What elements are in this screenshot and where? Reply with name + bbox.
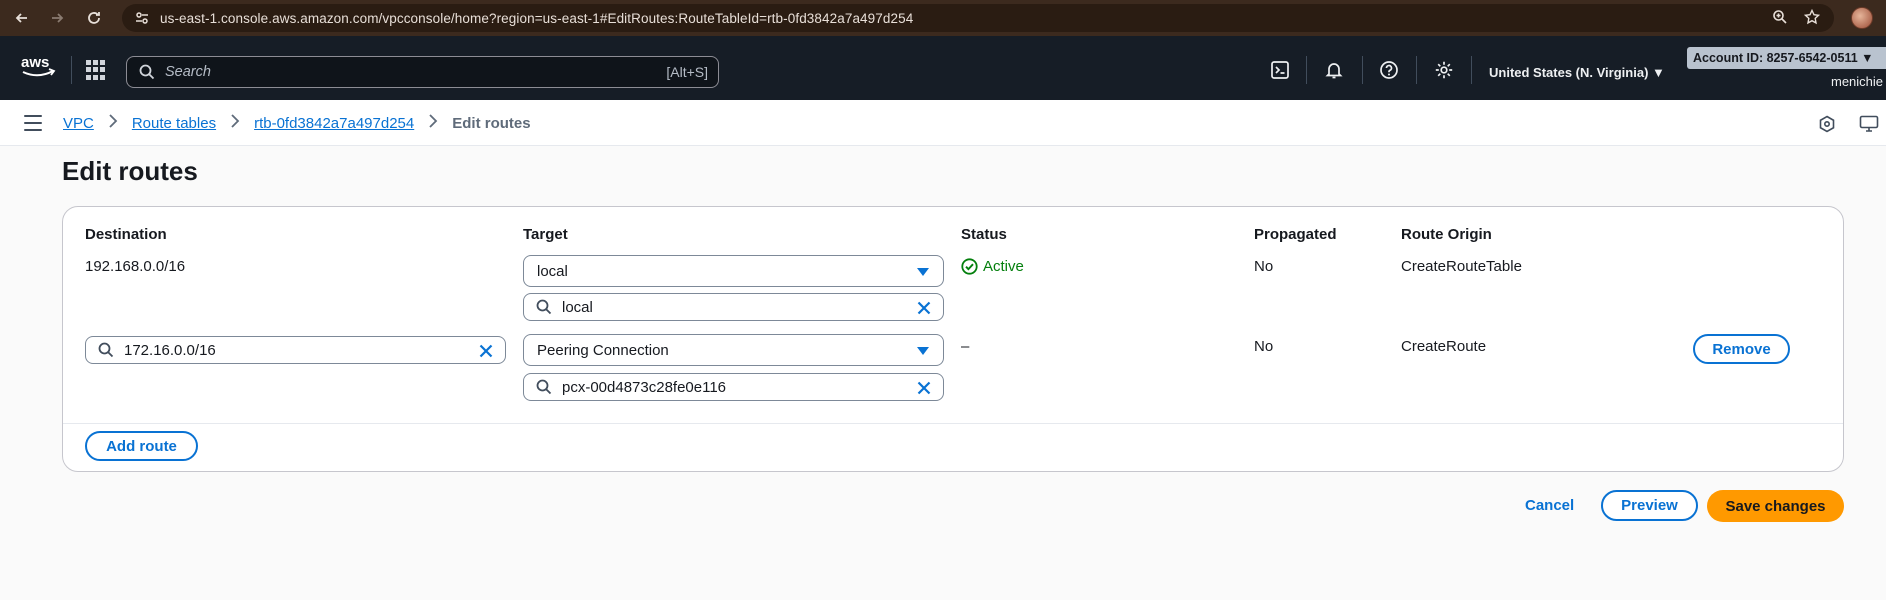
panel-divider: [63, 423, 1843, 424]
status-text: Active: [983, 258, 1024, 275]
page-title: Edit routes: [62, 156, 198, 186]
clear-icon[interactable]: [915, 299, 933, 317]
target-type-select[interactable]: Peering Connection: [523, 334, 944, 366]
browser-toolbar: us-east-1.console.aws.amazon.com/vpccons…: [0, 0, 1886, 36]
header-destination: Destination: [85, 226, 167, 243]
notifications-bell-icon[interactable]: [1320, 56, 1348, 84]
search-icon: [98, 342, 114, 358]
search-placeholder: Search: [165, 64, 211, 80]
cloudshell-icon[interactable]: [1266, 56, 1294, 84]
bookmark-star-icon[interactable]: [1801, 6, 1823, 28]
target-value-input[interactable]: local: [523, 293, 944, 321]
search-icon: [536, 299, 552, 315]
target-value-text: local: [562, 298, 593, 316]
profile-avatar[interactable]: [1851, 7, 1873, 29]
caret-down-icon: [917, 347, 929, 355]
services-grid-icon[interactable]: [86, 60, 106, 80]
account-menu[interactable]: Account ID: 8257-6542-0511 ▼: [1687, 47, 1886, 69]
route-origin: CreateRoute: [1401, 338, 1487, 355]
region-selector[interactable]: United States (N. Virginia) ▼: [1489, 65, 1665, 80]
status-success-icon: [961, 258, 978, 275]
target-value-input[interactable]: pcx-00d4873c28fe0e116: [523, 373, 944, 401]
status-badge: Active: [961, 258, 1024, 275]
chevron-right-icon: [428, 114, 438, 133]
chevron-right-icon: [230, 114, 240, 133]
url-text: us-east-1.console.aws.amazon.com/vpccons…: [160, 10, 914, 26]
breadcrumb: VPC Route tables rtb-0fd3842a7a497d254 E…: [63, 114, 531, 133]
feedback-icon[interactable]: [1858, 113, 1880, 135]
cancel-button[interactable]: Cancel: [1525, 497, 1574, 514]
header-propagated: Propagated: [1254, 226, 1337, 243]
target-value-text: pcx-00d4873c28fe0e116: [562, 378, 727, 396]
header-target: Target: [523, 226, 568, 243]
search-icon: [536, 379, 552, 395]
preview-button[interactable]: Preview: [1601, 490, 1698, 521]
reload-icon[interactable]: [82, 6, 106, 30]
info-panel-icon[interactable]: [1816, 113, 1838, 135]
address-bar[interactable]: us-east-1.console.aws.amazon.com/vpccons…: [122, 4, 1834, 32]
svg-text:aws: aws: [21, 54, 49, 71]
add-route-button[interactable]: Add route: [85, 431, 198, 461]
target-type-select[interactable]: local: [523, 255, 944, 287]
route-status: –: [961, 338, 970, 355]
help-icon[interactable]: [1375, 56, 1403, 84]
target-type-value: Peering Connection: [537, 341, 669, 359]
route-destination: 192.168.0.0/16: [85, 258, 186, 275]
aws-top-nav: aws Search [Alt+S] United States (N. Vir…: [0, 36, 1886, 100]
route-propagated: No: [1254, 338, 1274, 355]
aws-logo[interactable]: aws: [20, 52, 56, 82]
search-icon: [139, 64, 155, 80]
target-type-value: local: [537, 262, 568, 280]
breadcrumb-bar: VPC Route tables rtb-0fd3842a7a497d254 E…: [0, 100, 1886, 146]
header-status: Status: [961, 226, 1007, 243]
breadcrumb-route-tables[interactable]: Route tables: [132, 115, 216, 132]
header-route-origin: Route Origin: [1401, 226, 1492, 243]
back-icon[interactable]: [10, 6, 34, 30]
settings-gear-icon[interactable]: [1430, 56, 1458, 84]
forward-icon[interactable]: [45, 6, 69, 30]
nav-divider: [1306, 56, 1307, 84]
destination-value: 172.16.0.0/16: [124, 341, 216, 359]
remove-route-button[interactable]: Remove: [1693, 334, 1790, 364]
chevron-right-icon: [108, 114, 118, 133]
routes-container: Destination Target Status Propagated Rou…: [62, 206, 1844, 472]
nav-divider: [71, 56, 72, 84]
zoom-icon[interactable]: [1769, 6, 1791, 28]
clear-icon[interactable]: [915, 379, 933, 397]
route-propagated: No: [1254, 258, 1274, 275]
destination-input[interactable]: 172.16.0.0/16: [85, 336, 506, 364]
search-shortcut: [Alt+S]: [666, 64, 708, 80]
search-input[interactable]: Search [Alt+S]: [126, 56, 719, 88]
clear-icon[interactable]: [477, 342, 495, 360]
side-nav-menu-icon[interactable]: [24, 115, 42, 131]
save-changes-button[interactable]: Save changes: [1707, 490, 1844, 522]
site-info-icon[interactable]: [134, 10, 150, 26]
breadcrumb-vpc[interactable]: VPC: [63, 115, 94, 132]
breadcrumb-route-table-id[interactable]: rtb-0fd3842a7a497d254: [254, 115, 414, 132]
nav-divider: [1362, 56, 1363, 84]
breadcrumb-current: Edit routes: [452, 115, 531, 132]
nav-divider: [1471, 56, 1472, 84]
nav-divider: [1416, 56, 1417, 84]
username[interactable]: menichie: [1831, 74, 1883, 89]
caret-down-icon: [917, 268, 929, 276]
route-origin: CreateRouteTable: [1401, 258, 1522, 275]
